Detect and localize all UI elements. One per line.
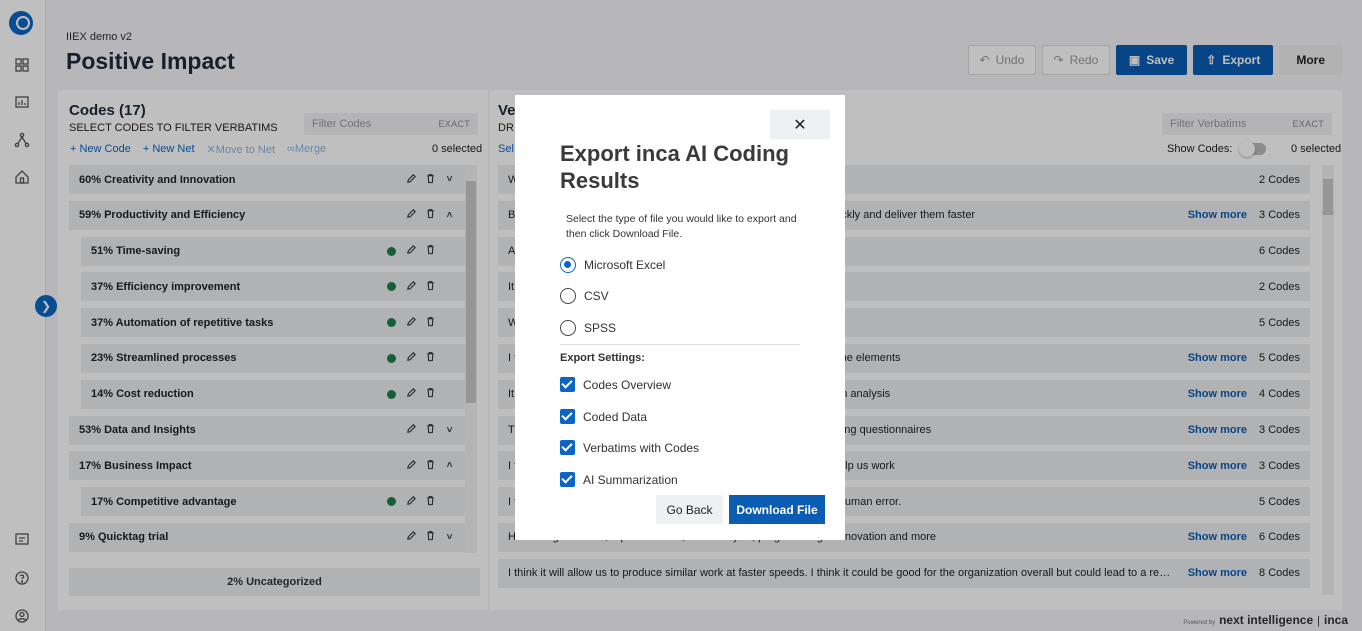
close-modal-button[interactable]: ✕ <box>770 110 830 139</box>
modal-title: Export inca AI Coding Results <box>560 141 789 193</box>
export-modal: ✕ Export inca AI Coding Results Select t… <box>515 95 845 540</box>
setting-ai-summarization[interactable]: AI Summarization <box>560 472 678 487</box>
divider <box>560 344 800 345</box>
checkbox-codes-overview[interactable] <box>560 377 575 392</box>
radio-csv[interactable] <box>560 288 576 304</box>
format-excel[interactable]: Microsoft Excel <box>560 257 665 273</box>
radio-excel[interactable] <box>560 257 576 273</box>
setting-coded-data[interactable]: Coded Data <box>560 409 647 424</box>
radio-spss[interactable] <box>560 320 576 336</box>
export-settings-label: Export Settings: <box>560 352 645 364</box>
checkbox-ai-summarization[interactable] <box>560 472 575 487</box>
setting-codes-overview[interactable]: Codes Overview <box>560 377 671 392</box>
download-file-button[interactable]: Download File <box>729 495 825 524</box>
modal-description: Select the type of file you would like t… <box>566 213 797 240</box>
setting-verbatims-with-codes[interactable]: Verbatims with Codes <box>560 440 699 455</box>
checkbox-verbatims-with-codes[interactable] <box>560 440 575 455</box>
close-icon: ✕ <box>793 116 807 134</box>
format-csv[interactable]: CSV <box>560 288 609 304</box>
format-spss[interactable]: SPSS <box>560 320 616 336</box>
checkbox-coded-data[interactable] <box>560 409 575 424</box>
go-back-button[interactable]: Go Back <box>656 495 723 524</box>
